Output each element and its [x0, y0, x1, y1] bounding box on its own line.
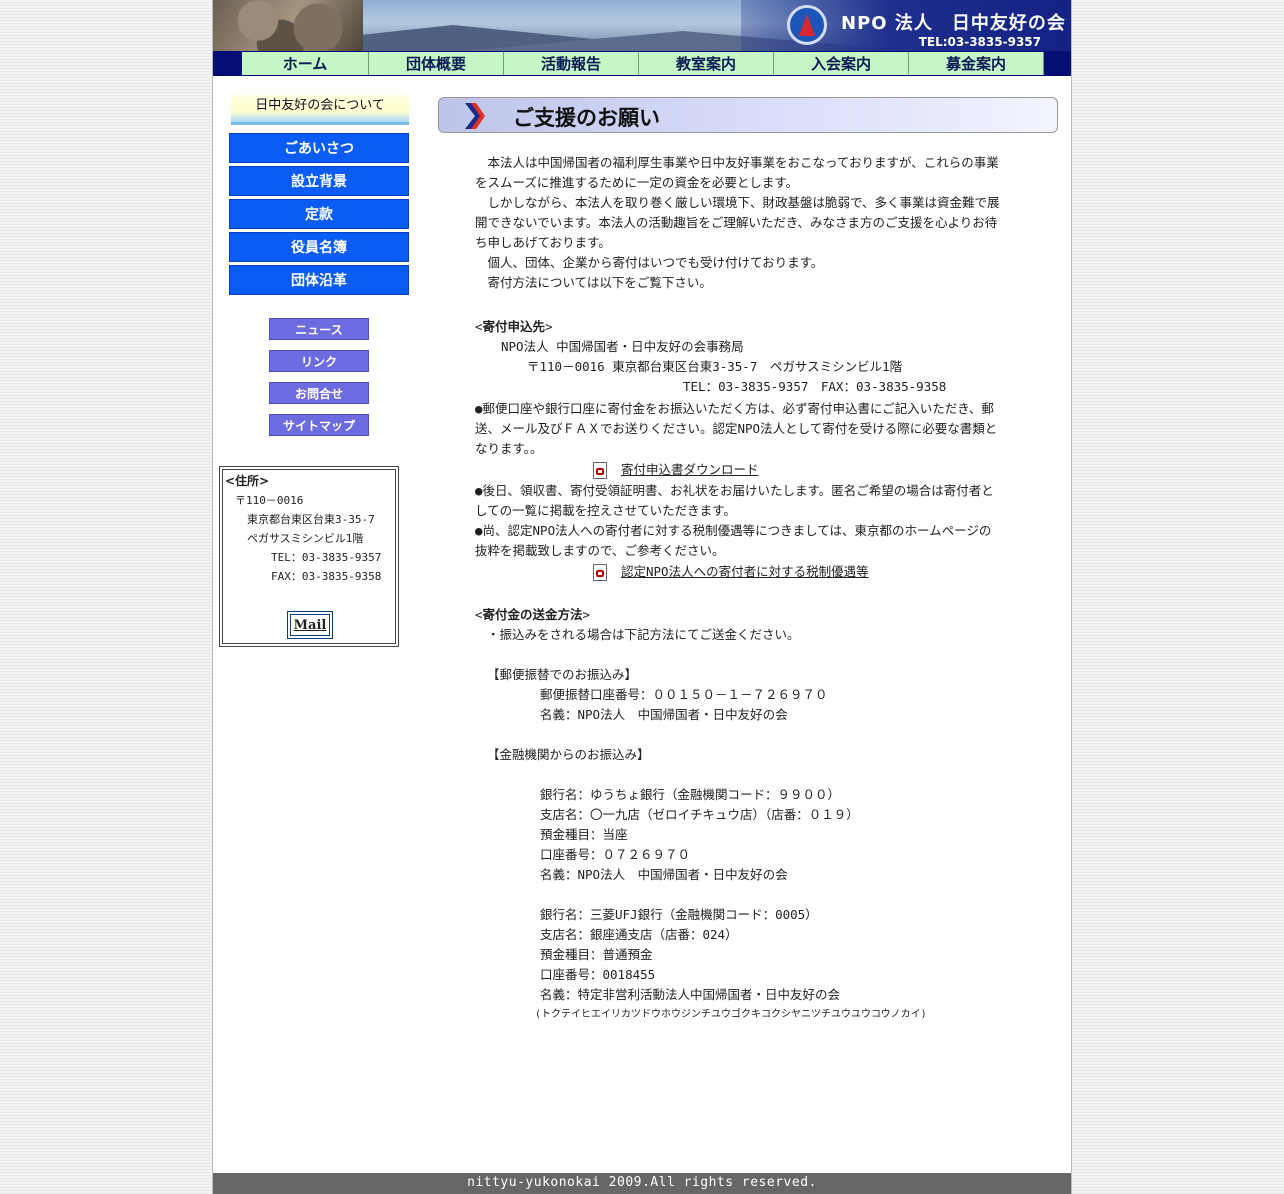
- footer: nittyu-yukonokai 2009.All rights reserve…: [213, 1173, 1071, 1194]
- bank2-line: 支店名：銀座通支店（店番：024）: [540, 927, 738, 942]
- org-name: NPO 法人 日中友好の会: [841, 13, 1066, 34]
- address-box: <住所> 〒110－0016 東京都台東区台東3-35-7 ペガサスミシンビル1…: [219, 466, 399, 647]
- intro-line: 個人、団体、企業から寄付はいつでも受け付けております。: [475, 255, 824, 270]
- bank2-line: 口座番号：0018455: [540, 967, 656, 982]
- page-title: ご支援のお願い: [513, 106, 660, 130]
- nav-activity[interactable]: 活動報告: [504, 52, 639, 75]
- apply-telfax: TEL：03-3835-9357 FAX：03-3835-9358: [683, 379, 947, 394]
- org-logo-icon: [787, 5, 827, 45]
- sidebar-sitemap-button[interactable]: サイトマップ: [269, 414, 369, 436]
- sidebar-item-officers[interactable]: 役員名簿: [229, 232, 409, 262]
- apply-note: ●郵便口座や銀行口座に寄付金をお振込いただく方は、必ず寄付申込書にご記入いただき…: [475, 401, 994, 416]
- apply-org: NPO法人 中国帰国者・日中友好の会事務局: [501, 339, 744, 354]
- send-heading: <寄付金の送金方法>: [475, 607, 591, 622]
- bank2-line: 銀行名：三菱UFJ銀行（金融機関コード：0005）: [540, 907, 818, 922]
- bank1-line: 支店名：〇一九店（ゼロイチキュウ店）（店番：０１９）: [540, 807, 859, 822]
- apply-heading-text: 寄付申込先: [482, 319, 546, 334]
- intro-line: をスムーズに推進するために一定の資金を必要とします。: [475, 175, 799, 190]
- intro-line: 開できないでいます。本法人の活動趣旨をご理解いただき、みなさま方のご支援を心より…: [475, 215, 998, 230]
- send-heading-text: 寄付金の送金方法: [482, 607, 583, 622]
- address-building: ペガサスミシンビル1階: [247, 532, 364, 545]
- pdf-icon: [593, 563, 607, 581]
- intro-line: しかしながら、本法人を取り巻く厳しい環境下、財政基盤は脆弱で、多く事業は資金難で…: [475, 195, 1000, 210]
- bank1-line: 銀行名：ゆうちょ銀行（金融機関コード：９９００）: [540, 787, 841, 802]
- download-row: 寄付申込書ダウンロード: [593, 459, 1035, 481]
- sidebar-about-title: 日中友好の会について: [231, 95, 409, 125]
- account-kana: (トクテイヒエイリカツドウホウジンチユウゴクキコクシヤニツチユウユウコウノカイ): [535, 1009, 927, 1020]
- address-street: 東京都台東区台東3-35-7: [247, 513, 375, 526]
- mail-button-label: Mail: [290, 614, 330, 636]
- postal-line: 郵便振替口座番号：００１５０－１－７２６９７０: [540, 687, 828, 702]
- address-postal: 〒110－0016: [235, 494, 304, 507]
- bank2-line: 預金種目：普通預金: [540, 947, 653, 962]
- apply-address: 〒110－0016 東京都台東区台東3-35-7 ペガサスミシンビル1階: [527, 359, 903, 374]
- nav-about[interactable]: 団体概要: [369, 52, 504, 75]
- apply-note: 送、メール及びＦＡＸでお送りください。認定NPO法人として寄付を受ける際に必要な…: [475, 421, 998, 436]
- header-tel: TEL:03-3835-9357: [918, 35, 1041, 49]
- sidebar-item-greeting[interactable]: ごあいさつ: [229, 133, 409, 163]
- bank-title: 【金融機関からのお振込み】: [487, 747, 650, 762]
- tax-benefit-link[interactable]: 認定NPO法人への寄付者に対する税制優遇等: [621, 562, 869, 582]
- address-fax: FAX：03-3835-9358: [271, 570, 382, 583]
- bank2-line: 名義：特定非営利活動法人中国帰国者・日中友好の会: [540, 987, 841, 1002]
- sidebar-links-button[interactable]: リンク: [269, 350, 369, 372]
- apply-note2: ●後日、領収書、寄付受領証明書、お礼状をお届けいたします。匿名ご希望の場合は寄付…: [475, 483, 994, 498]
- pdf-icon: [593, 461, 607, 479]
- nav-donation[interactable]: 募金案内: [909, 52, 1044, 75]
- sidebar-news-button[interactable]: ニュース: [269, 318, 369, 340]
- address-title: <住所>: [225, 474, 270, 488]
- chevron-right-icon: [465, 103, 485, 129]
- address-tel: TEL：03-3835-9357: [271, 551, 382, 564]
- postal-line: 名義：NPO法人 中国帰国者・日中友好の会: [540, 707, 788, 722]
- nav-classes[interactable]: 教室案内: [639, 52, 774, 75]
- title-bar: ご支援のお願い: [438, 97, 1058, 133]
- send-intro: ・振込みをされる場合は下記方法にてご送金ください。: [487, 627, 800, 642]
- intro-line: 寄付方法については以下をご覧下さい。: [475, 275, 712, 290]
- bank1-line: 口座番号：０７２６９７０: [540, 847, 691, 862]
- sidebar-item-articles[interactable]: 定款: [229, 199, 409, 229]
- banner-rocks-image: [213, 0, 363, 51]
- main-content: 本法人は中国帰国者の福利厚生事業や日中友好事業をおこなっておりますが、これらの事…: [475, 153, 1035, 1025]
- brand-block: NPO 法人 日中友好の会 TEL:03-3835-9357: [741, 0, 1071, 51]
- bank1-line: 預金種目：当座: [540, 827, 628, 842]
- intro-line: ち申しあげております。: [475, 235, 611, 250]
- nav-membership[interactable]: 入会案内: [774, 52, 909, 75]
- apply-note: なります。。: [475, 441, 543, 456]
- page: NPO 法人 日中友好の会 TEL:03-3835-9357 ホーム 団体概要 …: [212, 0, 1072, 1194]
- download-form-link[interactable]: 寄付申込書ダウンロード: [621, 460, 759, 480]
- mail-button[interactable]: Mail: [287, 611, 333, 639]
- nav-home[interactable]: ホーム: [242, 52, 369, 75]
- apply-note2: ●尚、認定NPO法人への寄付者に対する税制優遇等につきましては、東京都のホームペ…: [475, 523, 992, 538]
- main-nav: ホーム 団体概要 活動報告 教室案内 入会案内 募金案内: [213, 51, 1071, 76]
- sidebar-item-history[interactable]: 団体沿革: [229, 265, 409, 295]
- intro-line: 本法人は中国帰国者の福利厚生事業や日中友好事業をおこなっておりますが、これらの事…: [475, 155, 999, 170]
- sidebar-contact-button[interactable]: お問合せ: [269, 382, 369, 404]
- apply-note2: しての一覧に掲載を控えさせていただきます。: [475, 503, 736, 518]
- tax-row: 認定NPO法人への寄付者に対する税制優遇等: [593, 561, 1035, 583]
- postal-title: 【郵便振替でのお振込み】: [487, 667, 638, 682]
- header-banner: NPO 法人 日中友好の会 TEL:03-3835-9357: [213, 0, 1071, 51]
- apply-heading: <寄付申込先>: [475, 319, 553, 334]
- sidebar-item-background[interactable]: 設立背景: [229, 166, 409, 196]
- bank1-line: 名義：NPO法人 中国帰国者・日中友好の会: [540, 867, 788, 882]
- apply-note2: 抜粋を掲載致しますので、ご参考ください。: [475, 543, 725, 558]
